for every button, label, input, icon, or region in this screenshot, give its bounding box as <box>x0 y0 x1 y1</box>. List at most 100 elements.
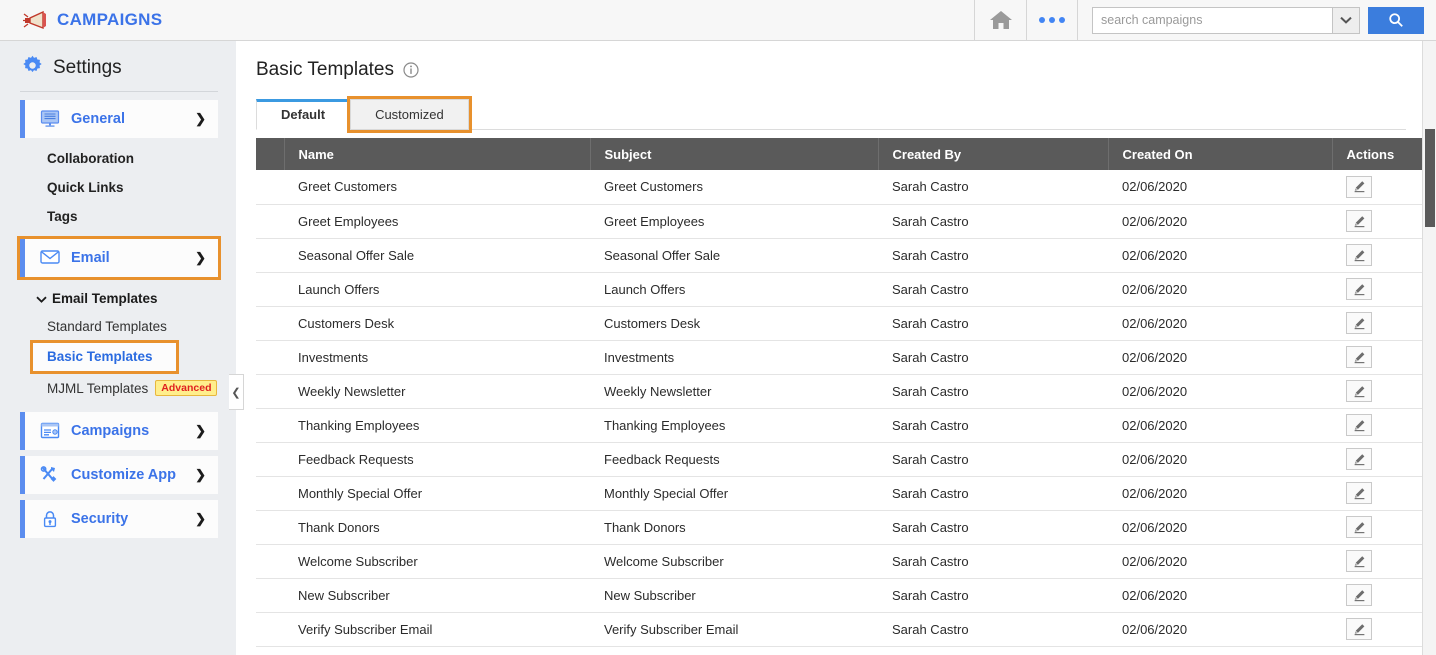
sidebar-item-basic-templates[interactable]: Basic Templates <box>33 343 176 371</box>
sidebar-item-label: Email <box>71 250 110 266</box>
table-row[interactable]: Greet CustomersGreet CustomersSarah Cast… <box>256 170 1428 204</box>
row-select-cell[interactable] <box>256 510 284 544</box>
row-select-cell[interactable] <box>256 340 284 374</box>
tab-customized[interactable]: Customized <box>350 99 469 130</box>
table-row[interactable]: Launch OffersLaunch OffersSarah Castro02… <box>256 272 1428 306</box>
sidebar-item-mjml-templates[interactable]: MJML Templates Advanced <box>0 374 236 402</box>
edit-row-button[interactable] <box>1346 278 1372 300</box>
search-input[interactable] <box>1092 7 1332 34</box>
edit-row-button[interactable] <box>1346 448 1372 470</box>
edit-pencil-icon <box>1353 351 1366 364</box>
cell-name: Launch Offers <box>284 272 590 306</box>
sidebar-item-general[interactable]: General ❯ <box>20 100 218 138</box>
sidebar-link-tags[interactable]: Tags <box>0 202 236 231</box>
sidebar-item-customize-app[interactable]: Customize App ❯ <box>20 456 218 494</box>
chevron-right-icon: ❯ <box>195 111 206 127</box>
column-header-subject[interactable]: Subject <box>590 138 878 170</box>
sidebar-item-standard-templates[interactable]: Standard Templates <box>0 313 236 340</box>
row-select-cell[interactable] <box>256 170 284 204</box>
row-select-cell[interactable] <box>256 612 284 646</box>
home-button[interactable] <box>974 0 1026 41</box>
column-header-created-on[interactable]: Created On <box>1108 138 1332 170</box>
sidebar-item-campaigns[interactable]: Campaigns ❯ <box>20 412 218 450</box>
table-row[interactable]: Thank DonorsThank DonorsSarah Castro02/0… <box>256 510 1428 544</box>
table-row[interactable]: Thanking EmployeesThanking EmployeesSara… <box>256 408 1428 442</box>
edit-row-button[interactable] <box>1346 210 1372 232</box>
row-select-cell[interactable] <box>256 374 284 408</box>
cell-created-by: Sarah Castro <box>878 408 1108 442</box>
search-button[interactable] <box>1368 7 1424 34</box>
cell-subject: Verify Subscriber Email <box>590 612 878 646</box>
info-icon[interactable] <box>403 62 419 78</box>
edit-row-button[interactable] <box>1346 618 1372 640</box>
table-row[interactable]: New SubscriberNew SubscriberSarah Castro… <box>256 578 1428 612</box>
page-scrollbar[interactable] <box>1422 41 1436 655</box>
edit-row-button[interactable] <box>1346 176 1372 198</box>
cell-name: Monthly Special Offer <box>284 476 590 510</box>
cell-subject: Welcome Subscriber <box>590 544 878 578</box>
table-row[interactable]: Monthly Special OfferMonthly Special Off… <box>256 476 1428 510</box>
row-select-cell[interactable] <box>256 578 284 612</box>
edit-row-button[interactable] <box>1346 584 1372 606</box>
sidebar-group-email-templates[interactable]: Email Templates <box>0 283 236 313</box>
row-select-cell[interactable] <box>256 442 284 476</box>
table-row[interactable]: Greet EmployeesGreet EmployeesSarah Cast… <box>256 204 1428 238</box>
chevron-left-icon: ❮ <box>231 386 240 399</box>
edit-pencil-icon <box>1353 487 1366 500</box>
cell-created-on: 02/06/2020 <box>1108 238 1332 272</box>
edit-row-button[interactable] <box>1346 414 1372 436</box>
tab-default[interactable]: Default <box>256 99 350 130</box>
table-row[interactable]: Welcome SubscriberWelcome SubscriberSara… <box>256 544 1428 578</box>
sidebar-collapse-handle[interactable]: ❮ <box>229 374 244 410</box>
cell-actions <box>1332 544 1428 578</box>
row-select-cell[interactable] <box>256 204 284 238</box>
table-row[interactable]: Customers DeskCustomers DeskSarah Castro… <box>256 306 1428 340</box>
table-row[interactable]: Weekly NewsletterWeekly NewsletterSarah … <box>256 374 1428 408</box>
table-row[interactable]: Seasonal Offer SaleSeasonal Offer SaleSa… <box>256 238 1428 272</box>
sidebar-link-quick-links[interactable]: Quick Links <box>0 173 236 202</box>
cell-created-on: 02/06/2020 <box>1108 272 1332 306</box>
table-row[interactable]: Feedback RequestsFeedback RequestsSarah … <box>256 442 1428 476</box>
row-select-cell[interactable] <box>256 544 284 578</box>
edit-pencil-icon <box>1353 385 1366 398</box>
sidebar-item-email[interactable]: Email ❯ <box>20 239 218 277</box>
sidebar-item-security[interactable]: Security ❯ <box>20 500 218 538</box>
row-select-cell[interactable] <box>256 408 284 442</box>
cell-name: Feedback Requests <box>284 442 590 476</box>
row-select-cell[interactable] <box>256 238 284 272</box>
more-menu-button[interactable] <box>1026 0 1078 41</box>
sidebar-link-collaboration[interactable]: Collaboration <box>0 144 236 173</box>
column-header-name[interactable]: Name <box>284 138 590 170</box>
home-icon <box>988 9 1014 31</box>
chevron-right-icon: ❯ <box>195 467 206 483</box>
cell-created-by: Sarah Castro <box>878 170 1108 204</box>
edit-row-button[interactable] <box>1346 516 1372 538</box>
cell-created-by: Sarah Castro <box>878 272 1108 306</box>
cell-created-on: 02/06/2020 <box>1108 204 1332 238</box>
edit-row-button[interactable] <box>1346 244 1372 266</box>
cell-created-on: 02/06/2020 <box>1108 306 1332 340</box>
edit-row-button[interactable] <box>1346 346 1372 368</box>
cell-created-on: 02/06/2020 <box>1108 544 1332 578</box>
scrollbar-thumb[interactable] <box>1425 129 1435 227</box>
table-body: Greet CustomersGreet CustomersSarah Cast… <box>256 170 1428 646</box>
cell-subject: Customers Desk <box>590 306 878 340</box>
table-row[interactable]: Verify Subscriber EmailVerify Subscriber… <box>256 612 1428 646</box>
chevron-right-icon: ❯ <box>195 511 206 527</box>
edit-row-button[interactable] <box>1346 380 1372 402</box>
row-select-cell[interactable] <box>256 306 284 340</box>
cell-created-on: 02/06/2020 <box>1108 374 1332 408</box>
chevron-down-icon: ❯ <box>195 250 206 266</box>
cell-created-on: 02/06/2020 <box>1108 170 1332 204</box>
search-scope-dropdown[interactable] <box>1332 7 1360 34</box>
brand[interactable]: CAMPAIGNS <box>0 0 716 41</box>
cell-subject: New Subscriber <box>590 578 878 612</box>
edit-row-button[interactable] <box>1346 312 1372 334</box>
column-header-created-by[interactable]: Created By <box>878 138 1108 170</box>
row-select-cell[interactable] <box>256 476 284 510</box>
cell-name: New Subscriber <box>284 578 590 612</box>
row-select-cell[interactable] <box>256 272 284 306</box>
edit-row-button[interactable] <box>1346 550 1372 572</box>
edit-row-button[interactable] <box>1346 482 1372 504</box>
table-row[interactable]: InvestmentsInvestmentsSarah Castro02/06/… <box>256 340 1428 374</box>
